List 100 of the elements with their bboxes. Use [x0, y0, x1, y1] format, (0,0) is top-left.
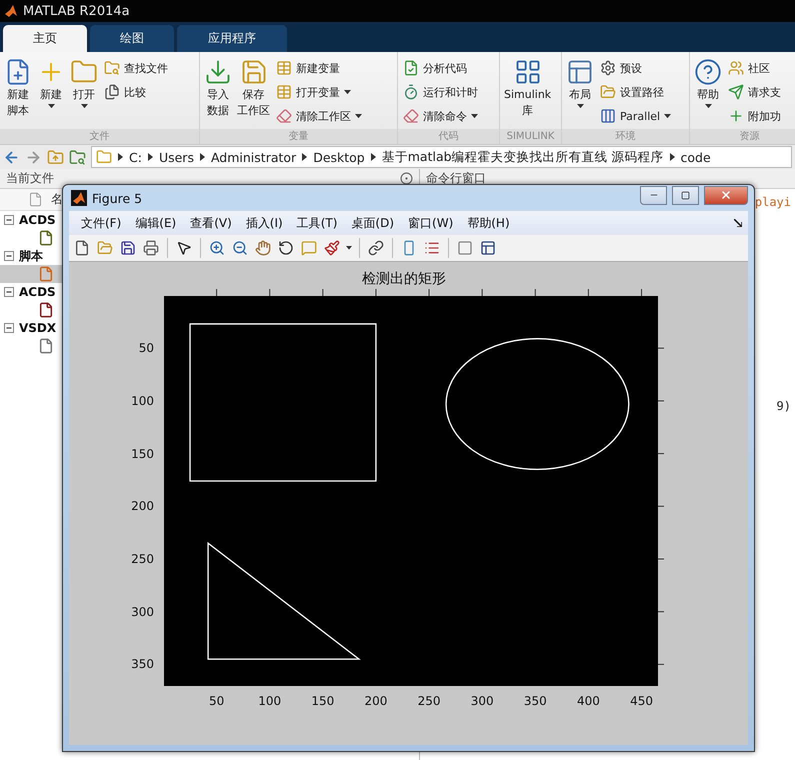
ribbon-button[interactable]: 清除工作区 — [274, 105, 364, 127]
command-text: 9) — [776, 399, 792, 413]
tree-group-label[interactable]: ACDS — [19, 213, 56, 227]
link-icon — [368, 240, 384, 256]
plus-icon — [728, 108, 744, 124]
eraser-icon — [276, 108, 292, 124]
ribbon-button[interactable]: 导入 数据 — [203, 56, 233, 129]
menu-item[interactable]: 工具(T) — [290, 214, 344, 232]
x-tick-label: 150 — [311, 694, 334, 708]
hand-icon — [255, 240, 271, 256]
y-tick-label: 100 — [131, 394, 154, 408]
tree-group-label[interactable]: 脚本 — [19, 248, 43, 264]
collapse-toggle-icon[interactable] — [4, 215, 14, 225]
menu-item[interactable]: 文件(F) — [75, 214, 128, 232]
toolbar-button[interactable] — [73, 239, 91, 257]
save-icon — [120, 240, 136, 256]
ribbon-tab[interactable]: 绘图 — [90, 25, 174, 52]
document-icon — [38, 338, 54, 354]
column-header[interactable]: 名 — [51, 191, 63, 208]
separator-icon — [670, 153, 675, 161]
printer-icon — [143, 240, 159, 256]
path-segment[interactable]: Administrator — [210, 150, 296, 164]
ribbon-button[interactable]: 打开 — [69, 56, 99, 129]
plot-title: 检测出的矩形 — [362, 270, 446, 288]
path-field[interactable]: C: Users Administrator Desktop 基于matlab编程霍夫变换找出所有直线 源码程序 code — [91, 146, 792, 168]
panel-title: 命令行窗口 — [426, 170, 486, 187]
folder-icon — [96, 149, 112, 165]
ribbon-button[interactable]: 预设 — [598, 57, 674, 79]
ribbon-button[interactable]: 比较 — [102, 81, 170, 103]
square-icon — [457, 240, 473, 256]
command-text: playi — [754, 195, 792, 209]
ribbon-button[interactable]: 运行和计时 — [401, 81, 480, 103]
group-label: SIMULINK — [500, 129, 561, 144]
path-segment[interactable]: Users — [158, 150, 194, 164]
ribbon-button[interactable]: 社区 — [726, 57, 783, 79]
ribbon-tab[interactable]: 主页 — [3, 25, 87, 52]
group-label: 代码 — [398, 129, 499, 144]
collapse-toggle-icon[interactable] — [4, 287, 14, 297]
menu-item[interactable]: 桌面(D) — [345, 214, 400, 232]
collapse-toggle-icon[interactable] — [4, 323, 14, 333]
tree-group-label[interactable]: VSDX — [19, 321, 56, 335]
ribbon-button[interactable]: 保存 工作区 — [236, 56, 271, 129]
group-label: 环境 — [562, 129, 689, 144]
ribbon-button[interactable]: 设置路径 — [598, 81, 674, 103]
table-plus-icon — [276, 60, 292, 76]
path-segment[interactable]: code — [680, 150, 711, 164]
caret-icon — [346, 246, 352, 250]
new-document-icon — [74, 240, 90, 256]
caret-icon — [664, 114, 672, 118]
y-tick-label: 250 — [131, 552, 154, 566]
maximize-button[interactable] — [672, 186, 699, 204]
toolbar-button[interactable] — [479, 239, 497, 257]
caret-icon — [576, 104, 584, 108]
ribbon-button[interactable]: 查找文件 — [102, 57, 170, 79]
menu-item[interactable]: 查看(V) — [184, 214, 238, 232]
tree-group-label[interactable]: ACDS — [19, 285, 56, 299]
toolbar-button[interactable] — [367, 239, 385, 257]
path-segment[interactable]: C: — [129, 150, 142, 164]
folder-icon — [600, 84, 616, 100]
ribbon-button[interactable]: 新建 — [36, 56, 66, 129]
x-tick-label: 100 — [258, 694, 282, 708]
x-tick-label: 300 — [470, 694, 494, 708]
layout-icon — [566, 58, 594, 86]
collapse-toggle-icon[interactable] — [4, 251, 14, 261]
ribbon-tab[interactable]: 应用程序 — [177, 25, 287, 52]
ribbon-button[interactable]: 布局 — [565, 56, 595, 129]
dock-arrow-icon[interactable] — [734, 219, 742, 227]
ribbon-button[interactable]: 附加功 — [726, 105, 783, 127]
close-button[interactable] — [704, 186, 748, 204]
ribbon-button[interactable]: 打开变量 — [274, 81, 364, 103]
grid-icon — [514, 58, 542, 86]
bars-icon — [600, 108, 616, 124]
ribbon-button[interactable]: 清除命令 — [401, 105, 480, 127]
path-segment[interactable]: 基于matlab编程霍夫变换找出所有直线 源码程序 — [382, 148, 664, 166]
documents-icon — [104, 84, 120, 100]
panel-icon — [480, 240, 496, 256]
zoom-in-icon — [209, 240, 225, 256]
toolbar-button[interactable] — [119, 239, 137, 257]
path-segment[interactable]: Desktop — [313, 150, 365, 164]
ribbon-button[interactable]: Simulink 库 — [503, 56, 552, 129]
toolbar-button[interactable] — [277, 239, 295, 257]
ribbon-button[interactable]: 新建变量 — [274, 57, 364, 79]
ribbon-button[interactable]: 分析代码 — [401, 57, 480, 79]
caret-icon — [48, 104, 54, 108]
rotate-icon — [278, 240, 294, 256]
document-check-icon — [403, 60, 419, 76]
menu-item[interactable]: 插入(I) — [240, 214, 289, 232]
ribbon-button[interactable]: 帮助 — [693, 56, 723, 129]
menu-item[interactable]: 窗口(W) — [402, 214, 460, 232]
ribbon-button[interactable]: 请求支 — [726, 81, 783, 103]
minimize-button[interactable] — [640, 186, 667, 204]
menu-item[interactable]: 编辑(E) — [129, 214, 182, 232]
menu-item[interactable]: 帮助(H) — [461, 214, 516, 232]
toolbar-button[interactable] — [175, 239, 193, 257]
ribbon-button[interactable]: 新建 脚本 — [3, 56, 33, 129]
separator-icon — [370, 153, 376, 161]
ribbon-button[interactable]: Parallel — [598, 105, 674, 127]
caret-icon — [704, 104, 712, 108]
y-tick-label: 150 — [131, 446, 154, 461]
image-file-icon — [38, 302, 54, 318]
